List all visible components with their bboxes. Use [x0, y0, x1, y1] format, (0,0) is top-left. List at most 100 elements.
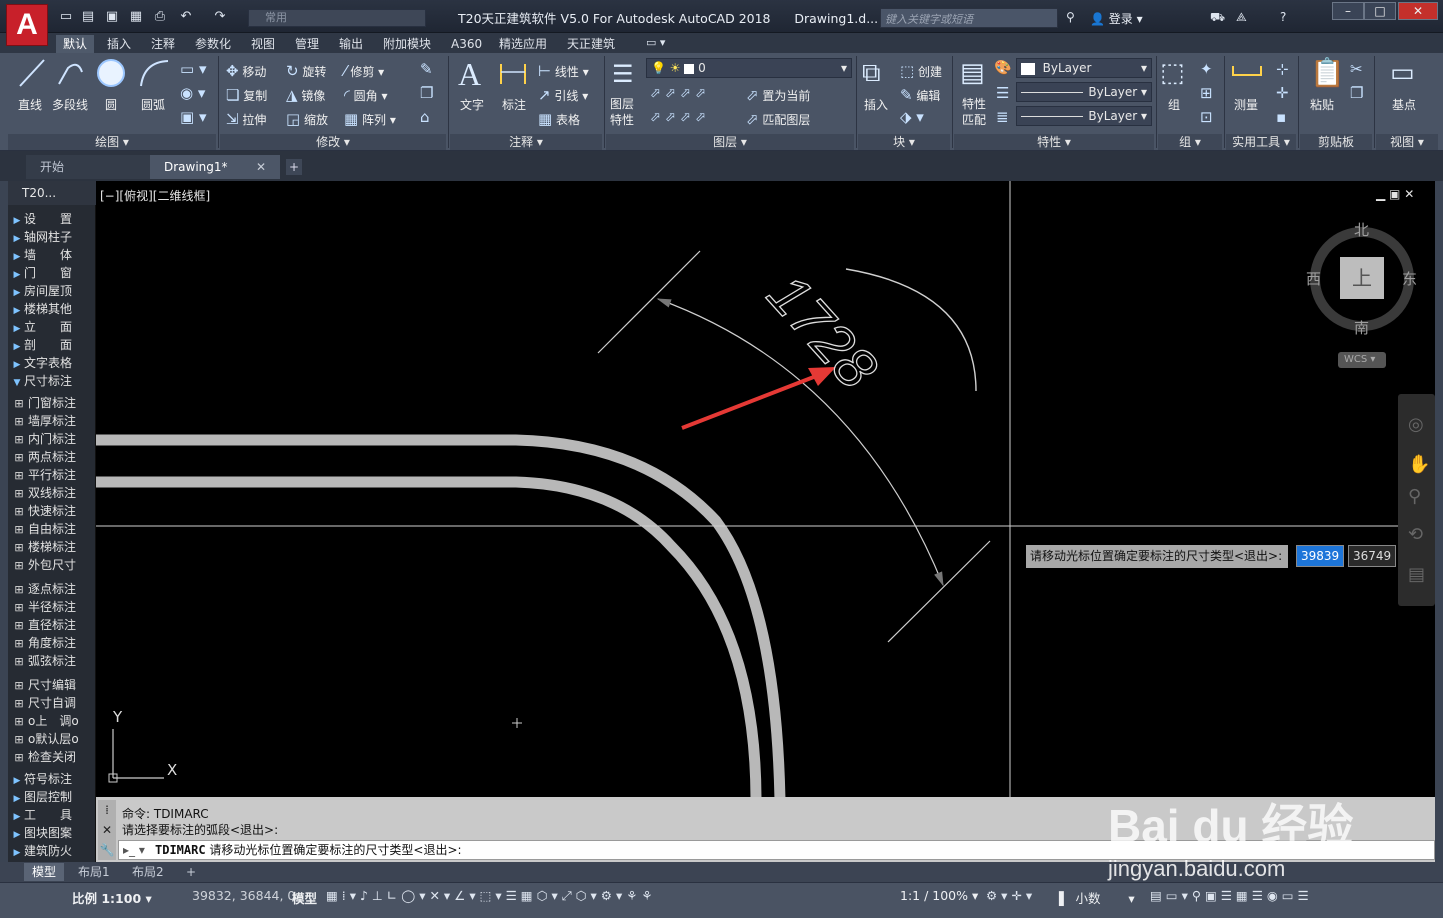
steering-wheel-icon[interactable]: ◎: [1408, 414, 1424, 435]
palette-item[interactable]: ⊞ 门窗标注: [10, 395, 96, 412]
polyline-tool-label[interactable]: 多段线: [52, 96, 88, 113]
workspace-gear-icon[interactable]: ⚙ ▾ ✛ ▾: [986, 888, 1032, 903]
linetype-icon[interactable]: ☰: [996, 84, 1009, 102]
open-file-icon[interactable]: ▤: [80, 9, 96, 25]
redo-icon[interactable]: ↷: [212, 9, 228, 25]
annotation-panel-label[interactable]: 注释 ▾: [450, 134, 602, 150]
tab-layout1[interactable]: 布局1: [70, 863, 118, 881]
paste-icon[interactable]: 📋: [1310, 56, 1345, 89]
properties-panel-label[interactable]: 特性 ▾: [954, 134, 1154, 150]
circle-tool-label[interactable]: 圆: [105, 96, 117, 113]
palette-item[interactable]: ▶ 立 面: [10, 319, 96, 336]
zoom-extents-icon[interactable]: ⚲: [1408, 486, 1421, 507]
tab-view[interactable]: 视图: [244, 35, 282, 53]
autocad-logo-button[interactable]: A: [6, 4, 48, 46]
annotation-scale[interactable]: 1:1 / 100% ▾: [900, 888, 978, 903]
trim-button[interactable]: ⁄ 修剪 ▾: [344, 62, 384, 80]
array-button[interactable]: ▦ 阵列 ▾: [344, 110, 396, 128]
minimize-button[interactable]: –: [1332, 2, 1364, 20]
copy-button[interactable]: ❏ 复制: [226, 86, 267, 104]
status-tool-icons[interactable]: ▦ ⁞ ▾ ♪ ⊥ ∟ ◯ ▾ ✕ ▾ ∠ ▾ ⬚ ▾ ☰ ▦ ⬡ ▾ ⤢ ⬡ …: [326, 888, 653, 904]
layer-tools-icons-2[interactable]: ⬀ ⬀ ⬀ ⬀: [650, 110, 706, 125]
circle-icon[interactable]: [96, 58, 126, 88]
add-layout-button[interactable]: +: [178, 863, 204, 881]
palette-item[interactable]: ▶ 墙 体: [10, 247, 96, 264]
save-icon[interactable]: ▣: [104, 9, 120, 25]
text-icon[interactable]: A: [458, 56, 481, 93]
palette-item[interactable]: ▶ 图层控制: [10, 789, 96, 806]
arc-tool-label[interactable]: 圆弧: [141, 96, 165, 113]
layer-dropdown[interactable]: 💡 ☀ 0 ▾: [646, 58, 852, 78]
palette-title[interactable]: T20...: [8, 181, 96, 205]
palette-item[interactable]: ▶ 剖 面: [10, 337, 96, 354]
palette-item[interactable]: ⊞ 内门标注: [10, 431, 96, 448]
palette-item[interactable]: ⊞ o上 调o: [10, 713, 96, 730]
linetype-dropdown[interactable]: ByLayer ▾: [1016, 82, 1152, 102]
palette-item[interactable]: ⊞ 逐点标注: [10, 581, 96, 598]
wcs-menu[interactable]: WCS ▾: [1338, 352, 1386, 368]
cart-icon[interactable]: ⛟: [1210, 10, 1225, 26]
view-panel-label[interactable]: 视图 ▾: [1376, 134, 1438, 150]
edit-block-button[interactable]: ✎ 编辑: [900, 86, 940, 104]
palette-item[interactable]: ▶ 设 置: [10, 211, 96, 228]
palette-item[interactable]: ⊞ 弧弦标注: [10, 653, 96, 670]
viewcube-east[interactable]: 东: [1402, 268, 1417, 289]
palette-item[interactable]: ⊞ 自由标注: [10, 521, 96, 538]
tab-default[interactable]: 默认: [56, 35, 95, 53]
model-space-toggle[interactable]: 模型: [292, 888, 317, 907]
group-edit-icon[interactable]: ⊞: [1200, 84, 1213, 102]
measure-icon[interactable]: [1232, 66, 1262, 76]
layer-properties-icon[interactable]: ☰: [612, 60, 634, 88]
tab-layout2[interactable]: 布局2: [124, 863, 172, 881]
tab-start[interactable]: 开始: [26, 155, 154, 179]
palette-item[interactable]: ▶ 门 窗: [10, 265, 96, 282]
match-layer-button[interactable]: ⬀ 匹配图层: [746, 110, 810, 128]
layer-panel-label[interactable]: 图层 ▾: [606, 134, 854, 150]
copy-clip-icon[interactable]: ❐: [1350, 84, 1363, 102]
paste-tool-label[interactable]: 粘贴: [1310, 96, 1334, 113]
palette-item[interactable]: ⊞ 角度标注: [10, 635, 96, 652]
new-tab-button[interactable]: +: [286, 159, 302, 175]
palette-item[interactable]: ▶ 房间屋顶: [10, 283, 96, 300]
close-button[interactable]: ✕: [1398, 2, 1438, 20]
ungroup-icon[interactable]: ✦: [1200, 60, 1213, 78]
tab-insert[interactable]: 插入: [100, 35, 138, 53]
drawing-canvas[interactable]: [−][俯视][二维线框] ▁ ▣ ✕ Y X 1728 上 北 南 东 西 W…: [96, 181, 1435, 797]
tab-a360[interactable]: A360: [444, 35, 489, 53]
palette-item[interactable]: ⊞ 外包尺寸: [10, 557, 96, 574]
move-button[interactable]: ✥ 移动: [226, 62, 266, 80]
command-window-controls[interactable]: ⁞ ✕ 🔧: [98, 800, 116, 860]
polyline-icon[interactable]: [56, 58, 86, 88]
viewcube-north[interactable]: 北: [1354, 219, 1369, 240]
palette-item[interactable]: ▶ 建筑防火: [10, 843, 96, 860]
login-button[interactable]: 👤 登录 ▾: [1090, 10, 1143, 27]
a360-icon[interactable]: ⟁: [1236, 10, 1247, 25]
line-icon[interactable]: [18, 58, 46, 88]
group-tool-label[interactable]: 组: [1168, 96, 1180, 113]
erase-icon[interactable]: ✎: [420, 60, 433, 78]
quick-calc-icon[interactable]: ⊹: [1276, 60, 1289, 78]
palette-item[interactable]: ⊞ 双线标注: [10, 485, 96, 502]
ribbon-options-icon[interactable]: ▭ ▾: [646, 36, 665, 49]
rotate-button[interactable]: ↻ 旋转: [286, 62, 326, 80]
fillet-button[interactable]: ◜ 圆角 ▾: [344, 86, 388, 104]
hatch-icon[interactable]: ◉ ▾: [180, 84, 205, 102]
save-as-icon[interactable]: ▦: [128, 9, 144, 25]
palette-item[interactable]: ⊞ 直径标注: [10, 617, 96, 634]
group-panel-label[interactable]: 组 ▾: [1158, 134, 1222, 150]
utilities-panel-label[interactable]: 实用工具 ▾: [1226, 134, 1296, 150]
id-point-icon[interactable]: ▪: [1276, 108, 1286, 126]
dimension-icon[interactable]: [498, 60, 528, 88]
color-wheel-icon[interactable]: 🎨: [994, 60, 1011, 76]
binoculars-icon[interactable]: ⚲: [1066, 10, 1075, 24]
palette-item[interactable]: ⊞ 尺寸自调: [10, 695, 96, 712]
palette-item[interactable]: ⊞ 两点标注: [10, 449, 96, 466]
clipboard-panel-label[interactable]: 剪贴板: [1300, 134, 1372, 150]
dynamic-input-y[interactable]: 36749: [1348, 545, 1396, 567]
point-icon[interactable]: ✛: [1276, 84, 1289, 102]
mirror-button[interactable]: ◮ 镜像: [286, 86, 325, 104]
tab-annotate[interactable]: 注释: [144, 35, 182, 53]
viewcube-top-face[interactable]: 上: [1340, 257, 1384, 299]
workspace-dropdown[interactable]: 常用: [248, 9, 426, 27]
showmotion-icon[interactable]: ▤: [1408, 564, 1425, 585]
